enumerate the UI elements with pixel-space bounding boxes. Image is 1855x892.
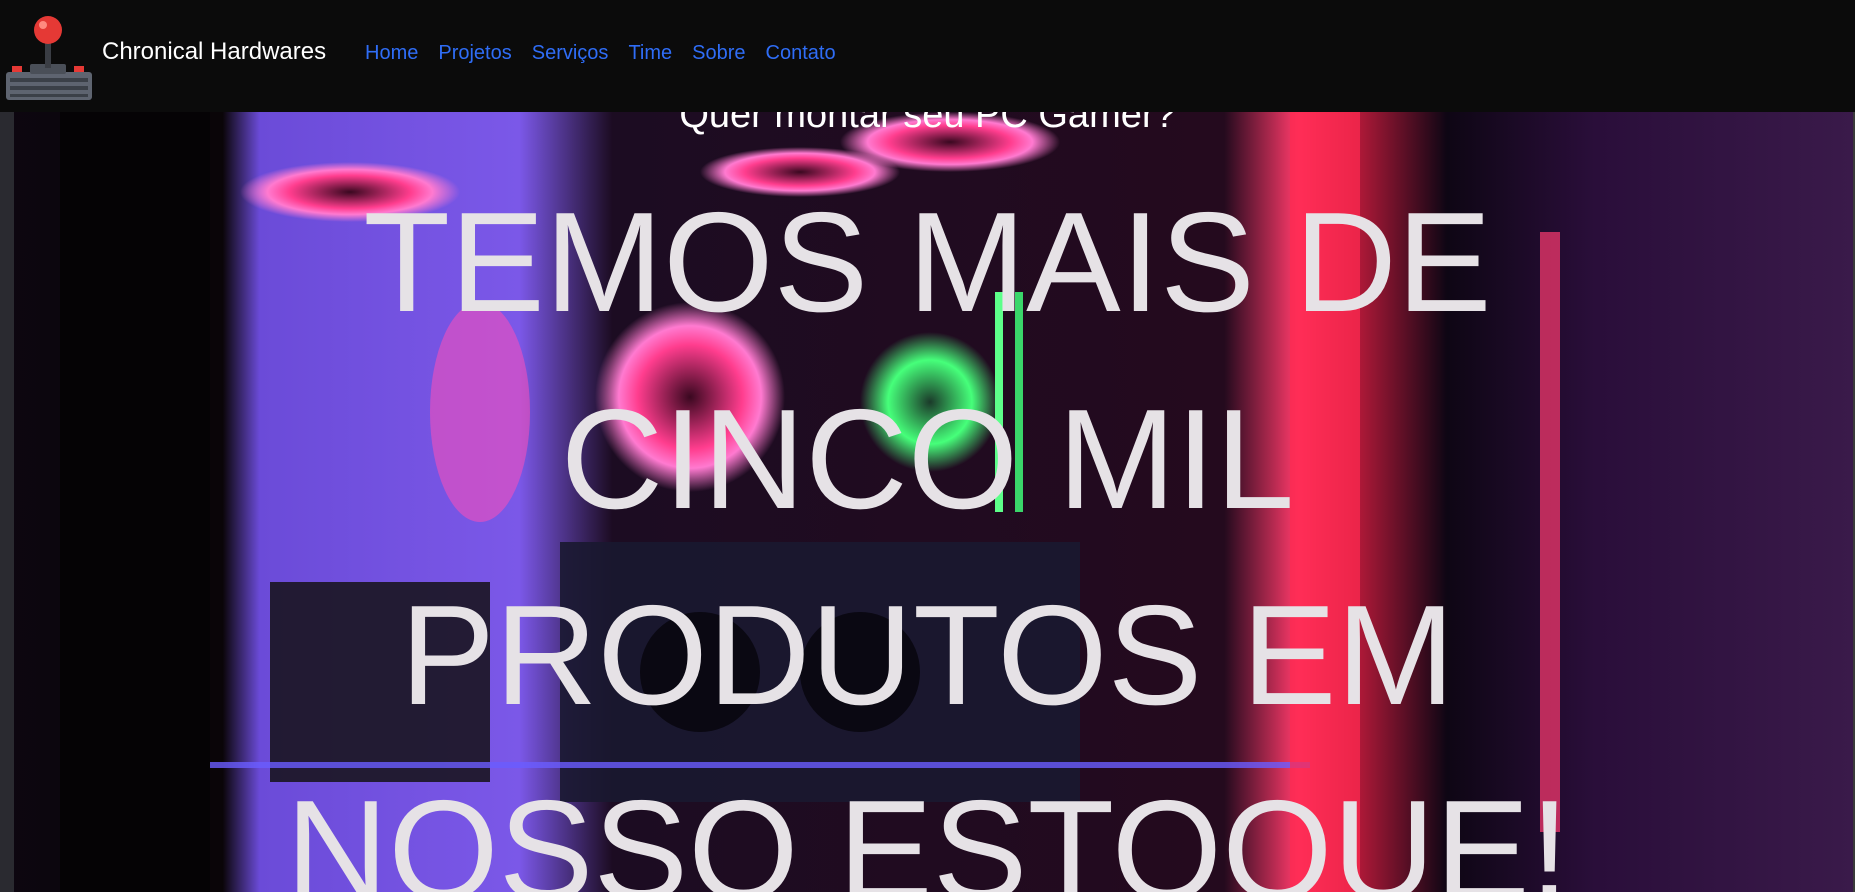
- joystick-logo-icon[interactable]: [2, 8, 94, 102]
- nav-link-servicos[interactable]: Serviços: [532, 42, 609, 65]
- hero-headline-line-2: CINCO MIL: [560, 380, 1295, 539]
- hero-subtitle: Quer montar seu PC Gamer?: [679, 112, 1176, 136]
- hero-headline-line-4: NOSSO ESTOQUE!: [285, 771, 1570, 892]
- nav-link-sobre[interactable]: Sobre: [692, 42, 745, 65]
- nav-link-time[interactable]: Time: [628, 42, 672, 65]
- left-edge: [0, 112, 14, 892]
- nav-link-home[interactable]: Home: [365, 42, 418, 65]
- hero-section: Quer montar seu PC Gamer? TEMOS MAIS DE …: [0, 112, 1855, 892]
- brand-name[interactable]: Chronical Hardwares: [102, 38, 326, 66]
- hero-headline-line-1: TEMOS MAIS DE: [363, 183, 1492, 342]
- nav-link-projetos[interactable]: Projetos: [438, 42, 511, 65]
- navbar: Chronical Hardwares Home Projetos Serviç…: [0, 0, 1855, 112]
- nav-links: Home Projetos Serviços Time Sobre Contat…: [365, 42, 856, 65]
- hero-headline-line-3: PRODUTOS EM: [400, 576, 1455, 735]
- nav-link-contato[interactable]: Contato: [766, 42, 836, 65]
